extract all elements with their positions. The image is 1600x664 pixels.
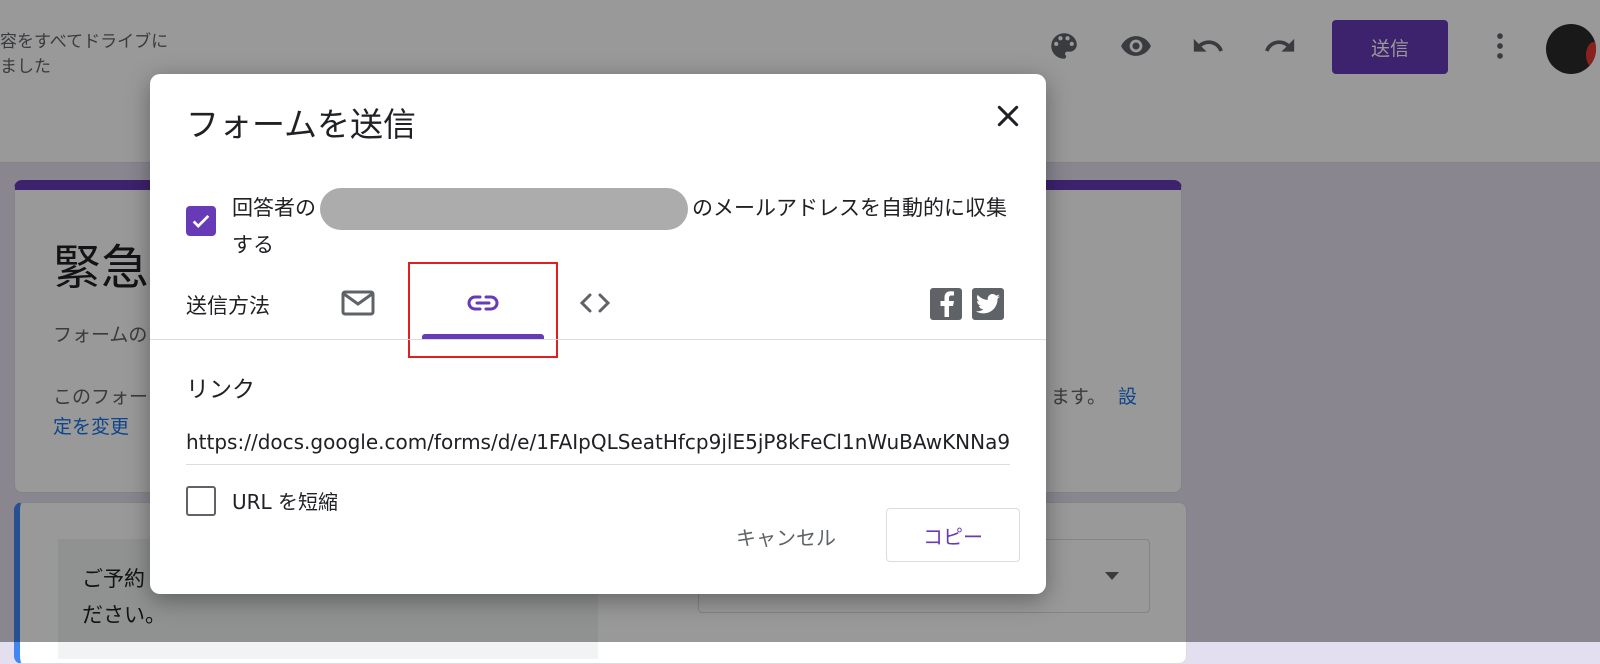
- twitter-icon[interactable]: [972, 288, 1004, 320]
- check-icon: [192, 214, 210, 228]
- collect-email-label: 回答者の のメールアドレスを自動的に収集する: [232, 188, 1022, 260]
- send-method-label: 送信方法: [186, 294, 270, 318]
- cancel-button[interactable]: キャンセル: [718, 510, 854, 562]
- mail-icon: [341, 290, 375, 316]
- collect-email-checkbox[interactable]: [186, 206, 216, 236]
- close-icon[interactable]: [988, 96, 1028, 136]
- dialog-title: フォームを送信: [186, 105, 417, 144]
- facebook-icon[interactable]: [930, 288, 962, 320]
- redacted-domain: [320, 188, 688, 230]
- shorten-url-label[interactable]: URL を短縮: [232, 486, 338, 515]
- highlight-box: [408, 262, 558, 358]
- tabs-divider: [150, 339, 1046, 340]
- copy-button[interactable]: コピー: [886, 508, 1020, 562]
- shorten-url-checkbox[interactable]: [186, 486, 216, 516]
- url-field[interactable]: https://docs.google.com/forms/d/e/1FAIpQ…: [186, 430, 1010, 465]
- tab-embed[interactable]: [562, 270, 628, 336]
- send-form-dialog: フォームを送信 回答者の のメールアドレスを自動的に収集する 送信方法 リンク h…: [150, 74, 1046, 594]
- tab-email[interactable]: [328, 270, 388, 336]
- code-icon: [579, 293, 611, 313]
- link-heading: リンク: [186, 377, 255, 403]
